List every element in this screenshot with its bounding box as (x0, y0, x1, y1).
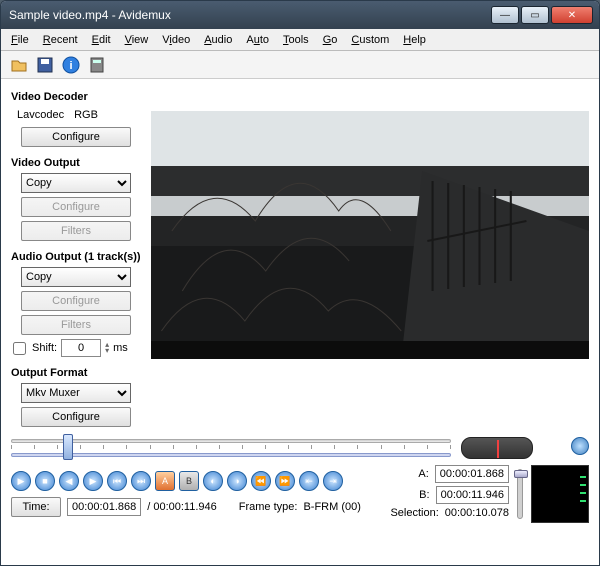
playback-controls: ▶ ■ ◀ ▶ ⏮ ⏭ A B ◐ ◑ ⏪ ⏩ ⇤ ⇥ (11, 471, 382, 491)
decoder-title: Video Decoder (11, 91, 143, 103)
calculator-icon[interactable] (87, 55, 107, 75)
upper-panel: Video Decoder Lavcodec RGB Configure Vid… (11, 87, 589, 427)
menubar: File Recent Edit View Video Audio Auto T… (1, 29, 599, 51)
titlebar: Sample video.mp4 - Avidemux — ▭ ✕ (1, 1, 599, 29)
save-icon[interactable] (35, 55, 55, 75)
first-frame-button[interactable]: ⏪ (251, 471, 271, 491)
jog-wheel[interactable] (461, 437, 533, 459)
shift-input[interactable] (61, 339, 101, 357)
decoder-codec: Lavcodec (17, 109, 64, 121)
time-button[interactable]: Time: (11, 497, 61, 517)
stop-button[interactable]: ■ (35, 471, 55, 491)
audio-meter (531, 465, 589, 523)
video-output-select[interactable]: Copy (21, 173, 131, 193)
video-preview (151, 111, 589, 359)
window-buttons: — ▭ ✕ (491, 6, 593, 24)
menu-video[interactable]: Video (156, 32, 196, 48)
audio-configure-button: Configure (21, 291, 131, 311)
selection-label: Selection: (390, 507, 438, 519)
set-marker-a-button[interactable]: A (155, 471, 175, 491)
selection-times: A: 00:00:01.868 B: 00:00:11.946 Selection:… (390, 465, 509, 519)
left-sidebar: Video Decoder Lavcodec RGB Configure Vid… (11, 87, 143, 427)
menu-help[interactable]: Help (397, 32, 432, 48)
info-icon[interactable]: i (61, 55, 81, 75)
set-marker-b-button[interactable]: B (179, 471, 199, 491)
next-frame-button[interactable]: ▶ (83, 471, 103, 491)
format-configure-button[interactable]: Configure (21, 407, 131, 427)
menu-audio[interactable]: Audio (198, 32, 238, 48)
prev-black-button[interactable]: ◐ (203, 471, 223, 491)
decoder-info: Lavcodec RGB (11, 107, 143, 127)
goto-marker-a-button[interactable]: ⇤ (299, 471, 319, 491)
frame-type-label: Frame type: (239, 501, 298, 513)
minimize-button[interactable]: — (491, 6, 519, 24)
open-icon[interactable] (9, 55, 29, 75)
timeline-area (11, 435, 589, 465)
lower-panel: ▶ ■ ◀ ▶ ⏮ ⏭ A B ◐ ◑ ⏪ ⏩ ⇤ ⇥ Time: (11, 465, 589, 523)
marker-a-value: 00:00:01.868 (435, 465, 509, 483)
content-area: Video Decoder Lavcodec RGB Configure Vid… (1, 79, 599, 565)
frame-type-value: B-FRM (00) (303, 501, 360, 513)
audio-shift-row: Shift: ▴▾ ms (13, 339, 143, 357)
volume-slider[interactable] (517, 469, 523, 519)
next-black-button[interactable]: ◑ (227, 471, 247, 491)
menu-recent[interactable]: Recent (37, 32, 84, 48)
menu-view[interactable]: View (119, 32, 155, 48)
format-select[interactable]: Mkv Muxer (21, 383, 131, 403)
decoder-color: RGB (74, 109, 98, 121)
video-output-title: Video Output (11, 157, 143, 169)
time-current[interactable]: 00:00:01.868 (67, 498, 141, 516)
video-configure-button: Configure (21, 197, 131, 217)
spin-down-icon[interactable]: ▾ (105, 348, 109, 354)
volume-thumb[interactable] (514, 470, 528, 478)
menu-tools[interactable]: Tools (277, 32, 315, 48)
output-format-title: Output Format (11, 367, 143, 379)
app-window: Sample video.mp4 - Avidemux — ▭ ✕ File R… (0, 0, 600, 566)
video-filters-button: Filters (21, 221, 131, 241)
timeline-handle[interactable] (63, 434, 73, 460)
prev-keyframe-button[interactable]: ⏮ (107, 471, 127, 491)
menu-go[interactable]: Go (317, 32, 344, 48)
marker-b-label: B: (419, 489, 429, 501)
maximize-button[interactable]: ▭ (521, 6, 549, 24)
shift-label: Shift: (32, 342, 57, 354)
prev-frame-button[interactable]: ◀ (59, 471, 79, 491)
timeline-slider[interactable] (11, 435, 451, 465)
next-keyframe-button[interactable]: ⏭ (131, 471, 151, 491)
selection-value: 00:00:10.078 (445, 507, 509, 519)
shift-unit: ms (113, 342, 128, 354)
time-total: / 00:00:11.946 (147, 501, 217, 513)
svg-text:i: i (69, 60, 72, 72)
time-row: Time: 00:00:01.868 / 00:00:11.946 Frame … (11, 497, 382, 517)
goto-marker-b-button[interactable]: ⇥ (323, 471, 343, 491)
last-frame-button[interactable]: ⏩ (275, 471, 295, 491)
menu-edit[interactable]: Edit (86, 32, 117, 48)
decoder-configure-button[interactable]: Configure (21, 127, 131, 147)
shift-checkbox[interactable] (13, 342, 26, 355)
audio-output-select[interactable]: Copy (21, 267, 131, 287)
menu-file[interactable]: File (5, 32, 35, 48)
marker-a-label: A: (418, 468, 428, 480)
play-button[interactable]: ▶ (11, 471, 31, 491)
menu-custom[interactable]: Custom (345, 32, 395, 48)
volume-knob[interactable] (571, 437, 589, 455)
window-title: Sample video.mp4 - Avidemux (7, 8, 491, 22)
audio-filters-button: Filters (21, 315, 131, 335)
close-button[interactable]: ✕ (551, 6, 593, 24)
menu-auto[interactable]: Auto (240, 32, 275, 48)
audio-output-title: Audio Output (1 track(s)) (11, 251, 143, 263)
toolbar: i (1, 51, 599, 79)
marker-b-value: 00:00:11.946 (436, 486, 509, 504)
